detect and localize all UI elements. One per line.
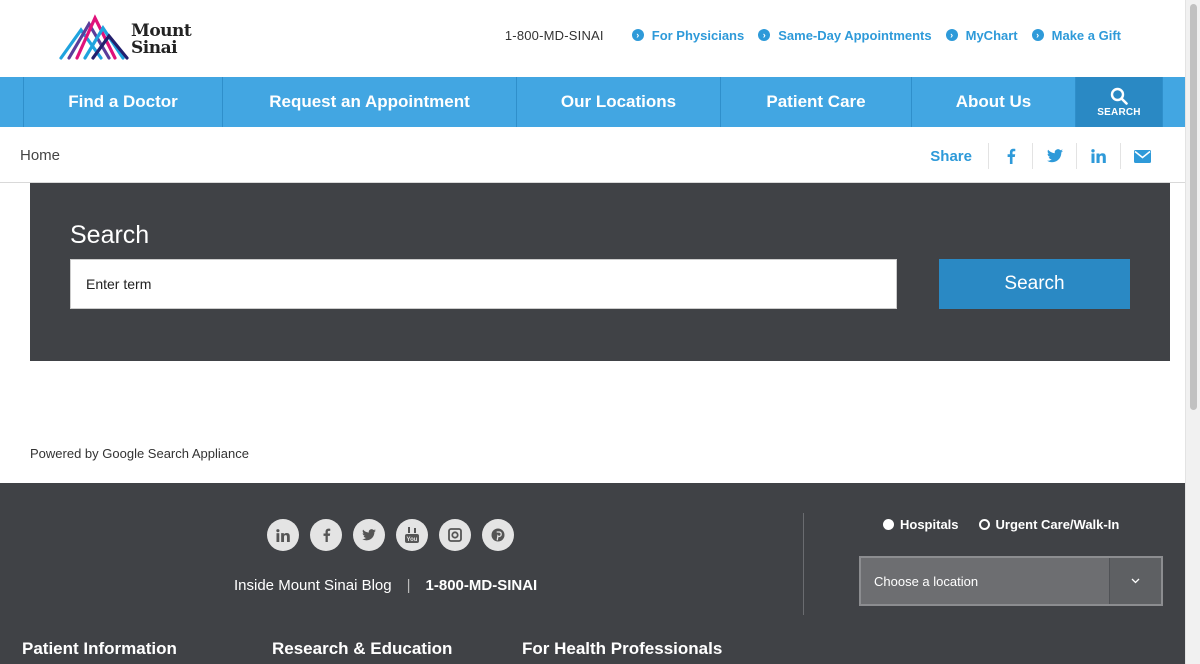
nav-item-find-a-doctor[interactable]: Find a Doctor [23,77,222,127]
chevron-right-circle-icon: › [1031,29,1044,41]
page-scrollbar[interactable] [1185,0,1200,664]
share-linkedin-button[interactable] [1076,143,1120,169]
scrollbar-thumb[interactable] [1190,4,1197,410]
search-panel: Search Search [30,183,1170,361]
nav-search-button[interactable]: SEARCH [1075,77,1162,127]
for-physicians-link[interactable]: › For Physicians [631,27,745,43]
search-title: Search [70,221,150,249]
logo-text: Mount Sinai [131,23,192,58]
powered-by-text: Powered by Google Search Appliance [30,446,249,461]
search-button[interactable]: Search [939,259,1130,309]
chevron-down-icon[interactable] [1109,558,1161,604]
location-type-radios: Hospitals Urgent Care/Walk-In [883,517,1139,532]
social-youtube-button[interactable]: You [396,519,428,551]
inside-mount-sinai-blog-link[interactable]: Inside Mount Sinai Blog [234,577,392,594]
site-footer: You Inside Mount Sinai Blog | 1-800-MD-S… [0,483,1185,664]
footer-col-health-professionals[interactable]: For Health Professionals [522,639,722,659]
share-email-button[interactable] [1120,143,1164,169]
nav-item-request-appointment[interactable]: Request an Appointment [222,77,516,127]
facebook-icon [1007,148,1015,164]
radio-unselected-icon [978,519,990,530]
social-twitter-button[interactable] [353,519,385,551]
facebook-icon [323,528,330,542]
nav-spacer [1162,77,1185,127]
linkedin-icon [1091,149,1106,163]
mount-sinai-logo[interactable]: Mount Sinai [59,14,199,62]
youtube-icon: You [405,527,419,543]
nav-item-our-locations[interactable]: Our Locations [516,77,720,127]
logo-text-line2: Sinai [131,38,178,58]
nav-search-label: SEARCH [1097,106,1141,118]
logo-mark-icon [59,14,129,60]
same-day-appointments-label: Same-Day Appointments [778,27,932,43]
make-a-gift-label: Make a Gift [1051,27,1121,43]
footer-links: Inside Mount Sinai Blog | 1-800-MD-SINAI [234,577,537,594]
for-physicians-label: For Physicians [651,27,745,43]
chevron-right-circle-icon: › [758,29,771,41]
radio-urgent-care[interactable]: Urgent Care/Walk-In [978,517,1120,532]
footer-col-research-education[interactable]: Research & Education [272,639,452,659]
twitter-icon [362,529,376,541]
search-icon [1110,87,1128,105]
radio-hospitals[interactable]: Hospitals [883,517,959,532]
footer-phone-link[interactable]: 1-800-MD-SINAI [426,577,538,594]
page: Mount Sinai 1-800-MD-SINAI › For Physici… [0,0,1185,664]
instagram-icon [448,528,462,542]
chevron-right-circle-icon: › [945,29,958,41]
svg-text:You: You [407,537,418,543]
footer-separator: | [406,577,411,594]
header-phone[interactable]: 1-800-MD-SINAI [505,28,604,43]
utility-links: 1-800-MD-SINAI › For Physicians › Same-D… [505,26,1121,44]
social-pinterest-button[interactable] [482,519,514,551]
pinterest-icon [491,528,505,542]
social-instagram-button[interactable] [439,519,471,551]
main-nav: Find a Doctor Request an Appointment Our… [0,77,1185,127]
mychart-link[interactable]: › MyChart [945,27,1018,43]
site-header: Mount Sinai 1-800-MD-SINAI › For Physici… [0,0,1185,77]
radio-selected-icon [883,519,894,530]
breadcrumb-bar: Home Share [0,127,1185,183]
share-twitter-button[interactable] [1032,143,1076,169]
share-label: Share [930,147,972,165]
nav-item-patient-care[interactable]: Patient Care [720,77,911,127]
social-linkedin-button[interactable] [267,519,299,551]
location-select[interactable]: Choose a location [859,556,1163,606]
make-a-gift-link[interactable]: › Make a Gift [1031,27,1121,43]
email-icon [1134,149,1151,163]
twitter-icon [1046,149,1063,163]
share-facebook-button[interactable] [988,143,1032,169]
search-input[interactable] [70,259,897,309]
mychart-label: MyChart [965,27,1018,43]
radio-urgent-care-label: Urgent Care/Walk-In [995,517,1120,532]
same-day-appointments-link[interactable]: › Same-Day Appointments [758,27,932,43]
linkedin-icon [276,528,290,542]
location-select-value: Choose a location [874,574,979,589]
share-bar: Share [930,143,1164,169]
footer-divider [803,513,804,615]
social-links: You [267,519,514,551]
footer-col-patient-information[interactable]: Patient Information [22,639,177,659]
breadcrumb-home[interactable]: Home [20,147,60,164]
chevron-right-circle-icon: › [631,29,644,41]
social-facebook-button[interactable] [310,519,342,551]
radio-hospitals-label: Hospitals [900,517,959,532]
nav-item-about-us[interactable]: About Us [911,77,1075,127]
